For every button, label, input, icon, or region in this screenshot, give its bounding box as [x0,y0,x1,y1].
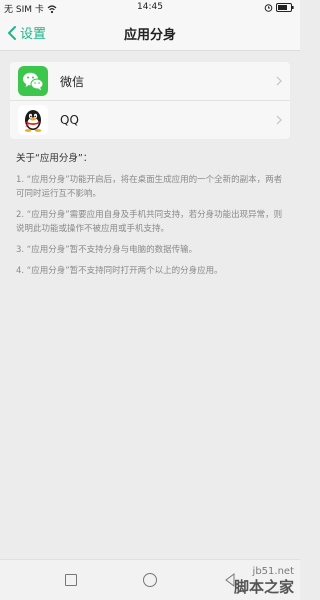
page-title: 应用分身 [123,28,176,43]
note-item: 1. “应用分身”功能开启后，将在桌面生成应用的一个全新的副本，两者可同时运行互… [16,175,283,199]
notes-section: 关于“应用分身”： 1. “应用分身”功能开启后，将在桌面生成应用的一个全新的副… [16,152,286,285]
home-button[interactable] [143,573,157,587]
notes-title: 关于“应用分身”： [16,153,93,164]
note-item: 4. “应用分身”暂不支持同时打开两个以上的分身应用。 [16,266,223,276]
note-item: 2. “应用分身”需要应用自身及手机共同支持，若分身功能出现异常，则说明此功能或… [16,210,283,234]
watermark: jb51.net 脚本之家 [234,565,294,596]
status-time: 14:45 [137,2,163,12]
qq-icon [18,105,48,135]
chevron-right-icon [276,115,282,125]
list-item-wechat[interactable]: 微信 [10,62,290,100]
navigation-bar: 设置 应用分身 [0,16,300,51]
chevron-right-icon [276,76,282,86]
status-right [264,3,294,12]
status-bar: 无 SIM 卡 14:45 [0,0,300,16]
app-name: QQ [60,113,79,127]
recents-button[interactable] [65,574,77,586]
watermark-name: 脚本之家 [233,578,294,596]
wechat-icon [18,66,48,96]
battery-icon [276,3,294,12]
app-list: 微信 QQ [10,62,290,139]
watermark-site: jb51.net [252,566,294,577]
app-name: 微信 [60,74,85,89]
alarm-icon [264,4,273,12]
list-item-qq[interactable]: QQ [10,100,290,139]
note-item: 3. “应用分身”暂不支持分身与电脑的数据传输。 [16,245,198,255]
